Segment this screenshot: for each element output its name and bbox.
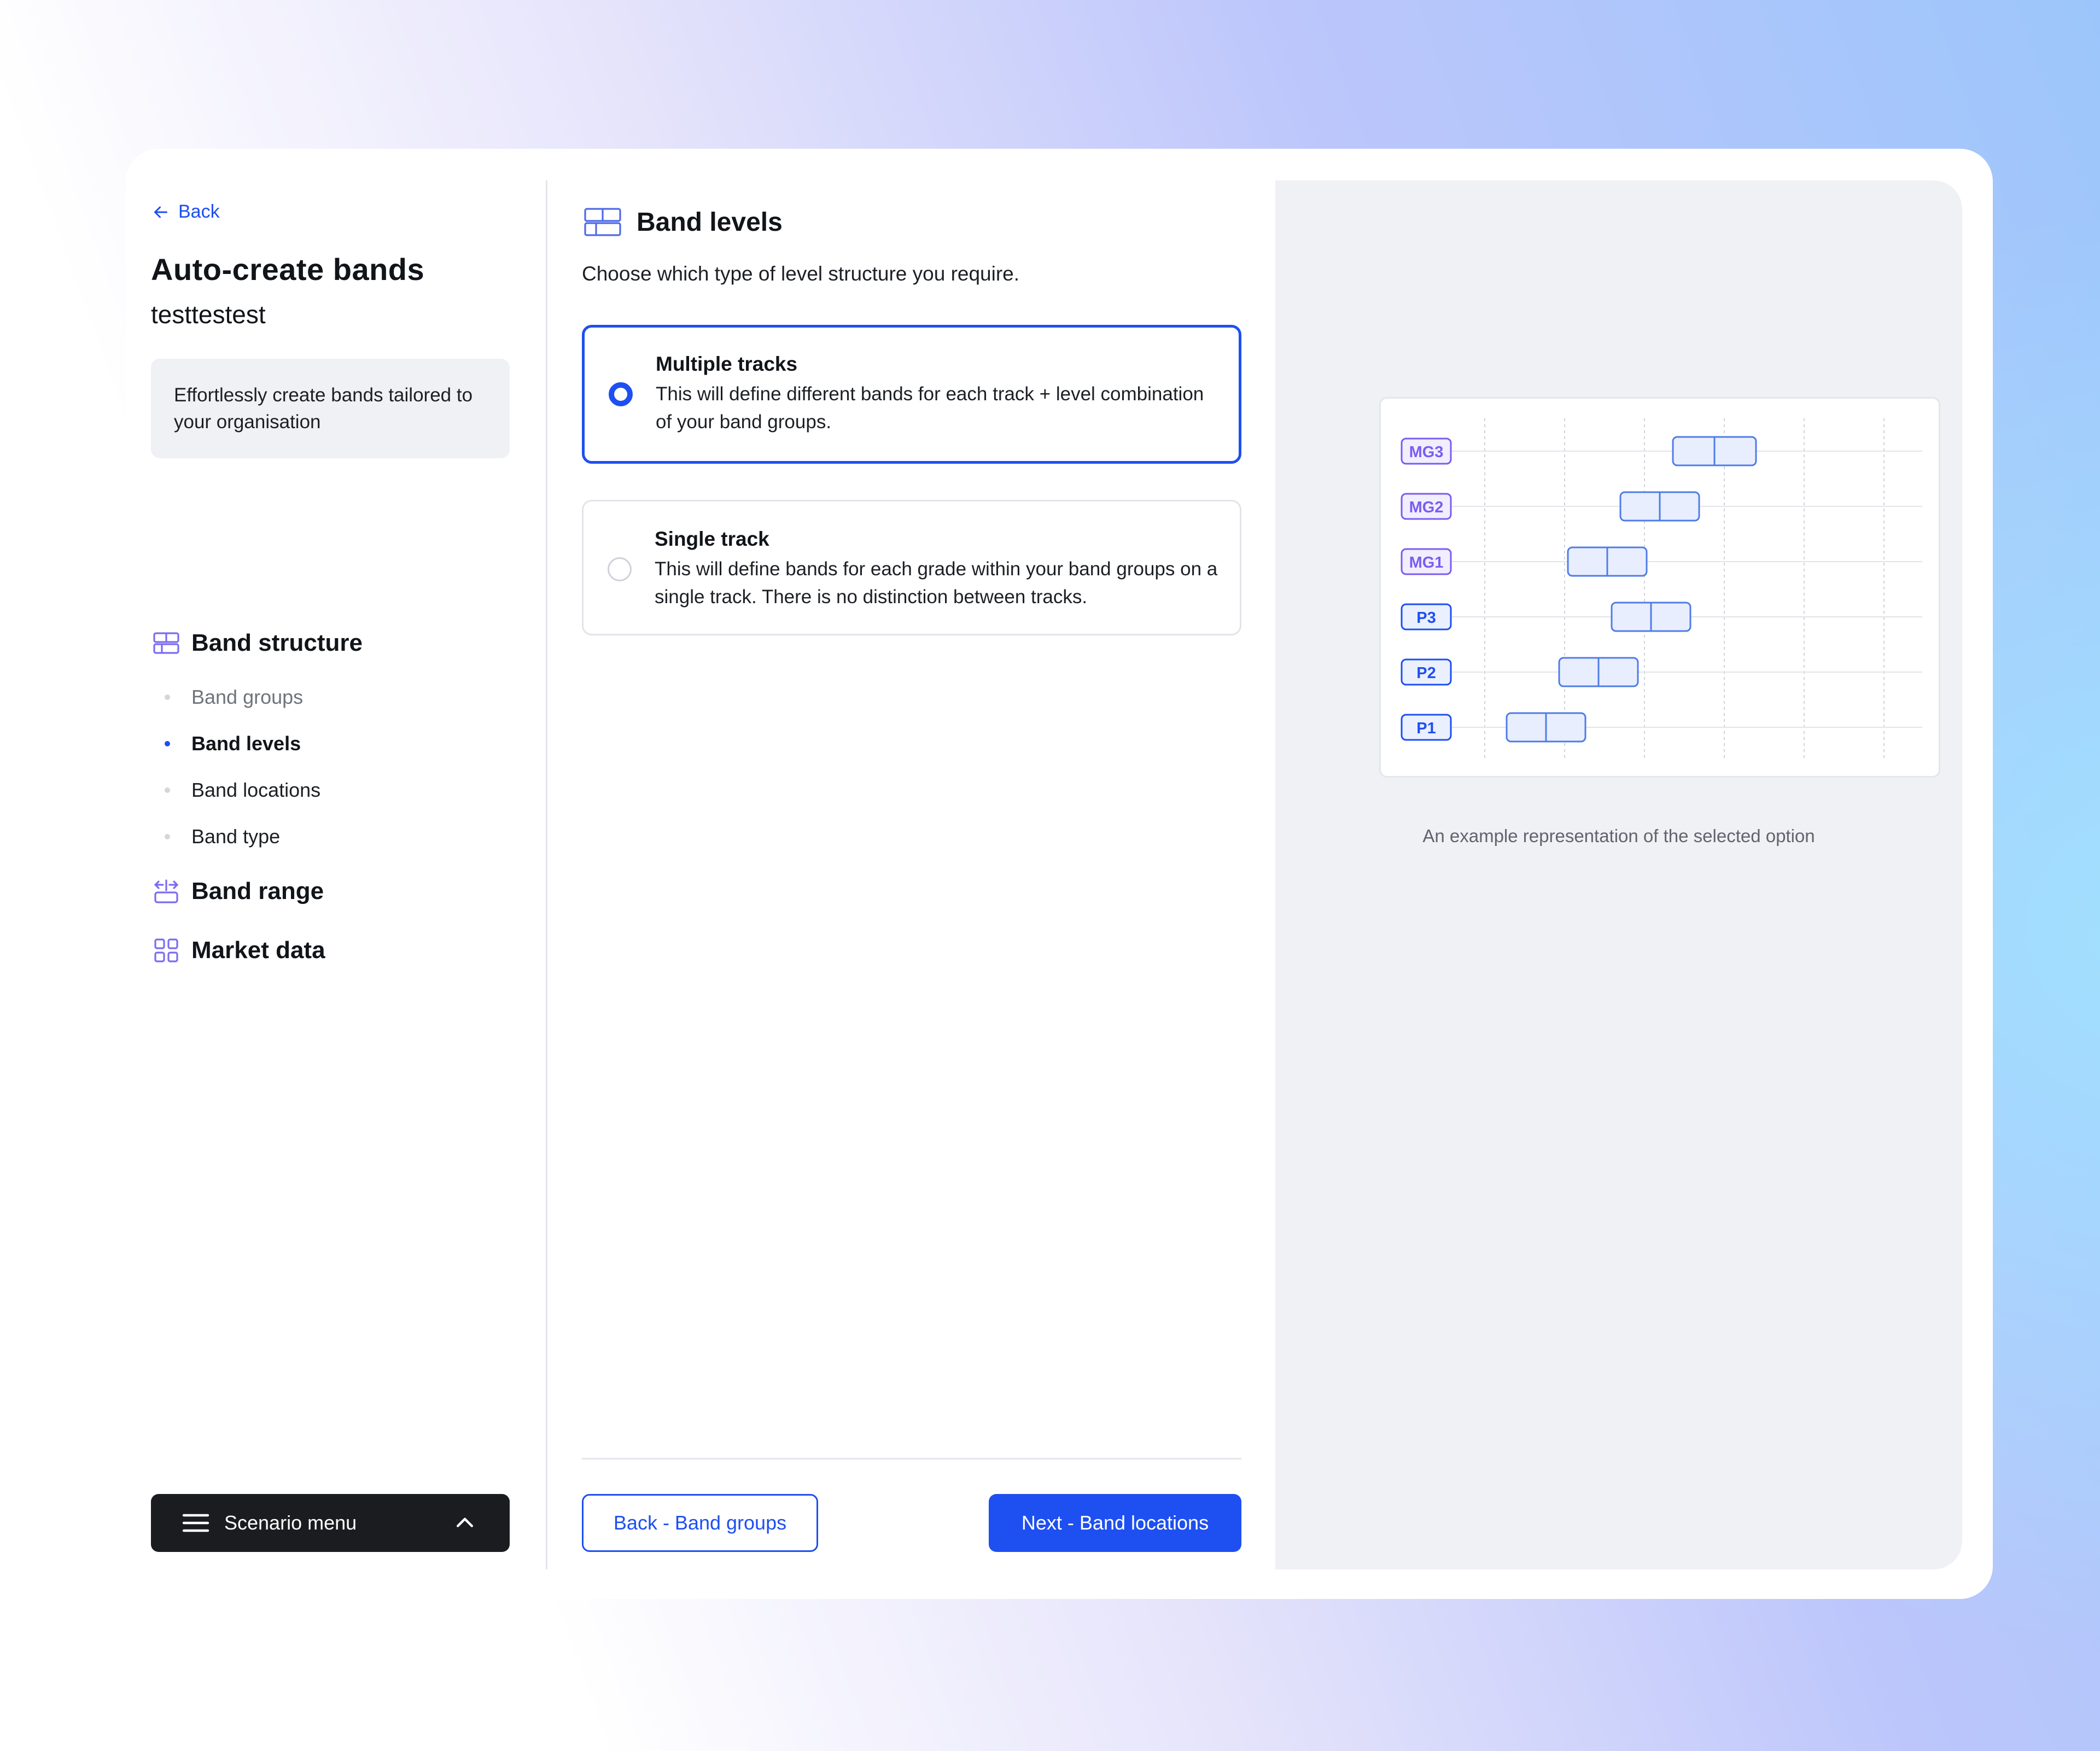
step-label: Band type [191,825,281,848]
arrow-left-icon [154,206,167,218]
back-link[interactable]: Back [151,201,220,223]
step-dot [165,694,170,700]
section-label: Band range [191,878,324,904]
step-label: Band levels [191,732,301,755]
step-dot [165,834,170,839]
page-title: Auto-create bands [151,252,425,287]
preview-caption: An example representation of the selecte… [1422,826,1815,846]
section-title: Band levels [637,207,783,237]
sidebar-divider [546,180,547,1569]
preview-illustration: MG3 MG2 MG1 P3 P2 P1 [1379,397,1940,778]
section-label: Market data [191,937,325,964]
wizard-card: Back Auto-create bands testtestest Effor… [126,149,1993,1599]
step-dot [165,787,170,793]
option-description: This will define different bands for eac… [656,383,1204,433]
band-diagram: MG3 MG2 MG1 P3 P2 P1 [1401,418,1922,760]
band-structure-icon [153,632,179,654]
option-description: This will define bands for each grade wi… [655,558,1218,608]
step-label: Band locations [191,778,321,801]
radio-button[interactable] [608,557,632,581]
grid-icon [154,938,178,962]
structure-steps: Band groups Band levels Band locations B… [151,674,320,860]
level-label: MG1 [1409,554,1444,571]
back-link-label: Back [178,201,220,222]
scenario-name: testtestest [151,300,266,329]
back-button[interactable]: Back - Band groups [582,1494,818,1552]
sidebar: Back Auto-create bands testtestest Effor… [151,149,510,1599]
section-band-structure[interactable]: Band structure [151,628,363,658]
preview-panel: MG3 MG2 MG1 P3 P2 P1 An example representatio… [1275,180,1962,1569]
scenario-menu-button[interactable]: Scenario menu [151,1494,510,1552]
footer-divider [582,1458,1241,1460]
option-multiple-tracks[interactable]: Multiple tracks This will define differe… [582,325,1241,464]
section-market-data[interactable]: Market data [151,935,325,966]
band-range-icon [154,879,179,903]
next-button[interactable]: Next - Band locations [989,1494,1241,1552]
section-band-range[interactable]: Band range [151,876,324,907]
menu-icon [182,1514,209,1532]
option-title: Single track [655,528,769,550]
section-description: Choose which type of level structure you… [582,262,1020,285]
step-band-groups[interactable]: Band groups [151,674,320,720]
option-title: Multiple tracks [656,353,798,375]
section-header: Band levels [582,206,783,238]
step-band-locations[interactable]: Band locations [151,767,320,813]
level-label: MG2 [1409,499,1444,516]
level-label: P2 [1416,664,1436,682]
level-label: P3 [1416,609,1436,627]
step-label: Band groups [191,685,304,708]
chevron-up-icon [456,1517,474,1527]
step-band-levels[interactable]: Band levels [151,720,320,767]
section-label: Band structure [191,629,363,656]
scenario-menu-label: Scenario menu [224,1511,357,1534]
main-content: Band levels Choose which type of level s… [582,149,1241,1599]
level-label: MG3 [1409,443,1444,461]
step-dot [165,741,170,746]
radio-button-selected[interactable] [609,382,633,406]
step-band-type[interactable]: Band type [151,813,320,860]
band-levels-icon [584,208,621,236]
info-box: Effortlessly create bands tailored to yo… [151,359,510,458]
option-single-track[interactable]: Single track This will define bands for … [582,500,1241,635]
level-label: P1 [1416,720,1436,737]
